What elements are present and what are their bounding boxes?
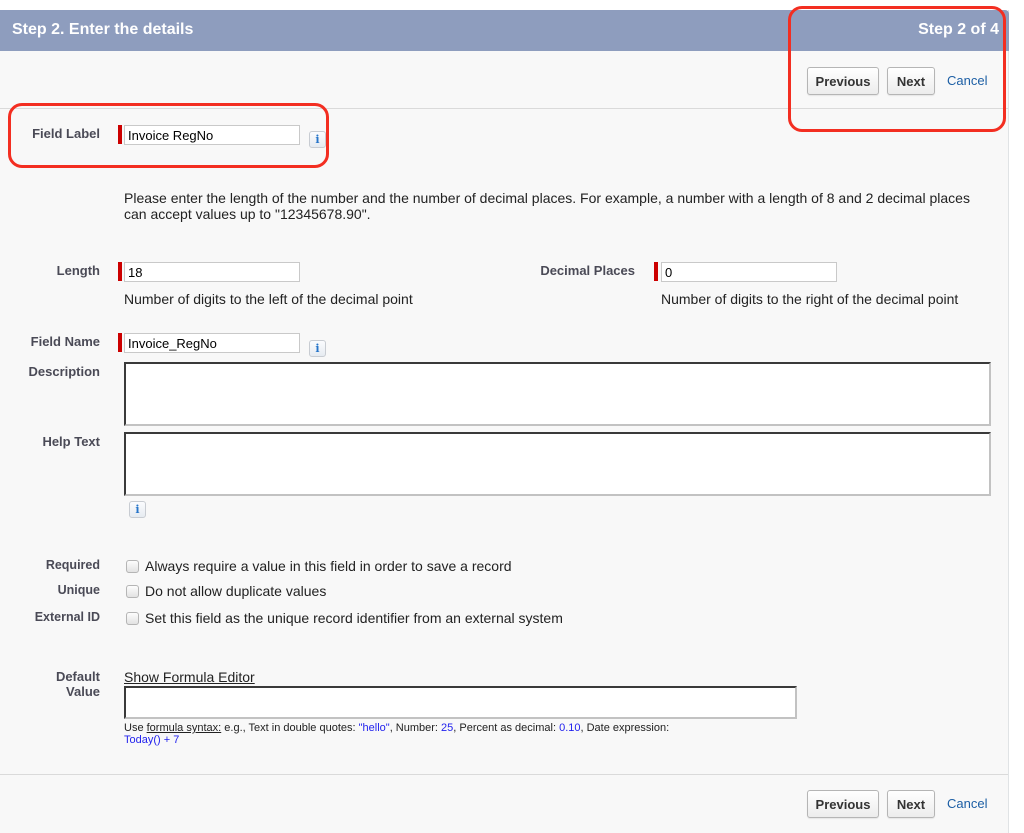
field-name-input[interactable] [124, 333, 300, 353]
wizard-header: Step 2. Enter the details Step 2 of 4 [0, 10, 1009, 51]
decimal-places-hint: Number of digits to the right of the dec… [661, 291, 959, 307]
decimal-places-input[interactable] [661, 262, 837, 282]
formula-help-text4: , Date expression: [580, 722, 670, 734]
formula-help-text2: , Number: [389, 722, 442, 734]
description-textarea[interactable] [124, 362, 991, 426]
external-id-checkbox[interactable] [126, 612, 139, 625]
cancel-link-top[interactable]: Cancel [947, 73, 987, 88]
field-label-input[interactable] [124, 125, 300, 145]
unique-checkbox[interactable] [126, 585, 139, 598]
next-button-bottom[interactable]: Next [887, 790, 935, 818]
required-indicator [118, 333, 122, 352]
info-icon[interactable]: i [309, 340, 326, 357]
info-icon[interactable]: i [129, 501, 146, 518]
required-indicator [118, 262, 122, 281]
help-text-textarea[interactable] [124, 432, 991, 496]
description-label: Description [28, 364, 100, 379]
external-id-label: External ID [34, 610, 100, 624]
previous-button-bottom[interactable]: Previous [807, 790, 879, 818]
required-checkbox-text: Always require a value in this field in … [145, 558, 512, 574]
length-input[interactable] [124, 262, 300, 282]
required-indicator [654, 262, 658, 281]
default-value-textarea[interactable] [124, 686, 797, 719]
unique-checkbox-text: Do not allow duplicate values [145, 583, 327, 599]
show-formula-editor-link[interactable]: Show Formula Editor [124, 669, 255, 685]
default-value-label: Default Value [0, 669, 100, 699]
formula-help-text3: , Percent as decimal: [453, 722, 560, 734]
formula-help-text1: e.g., Text in double quotes: [221, 722, 359, 734]
help-text-label: Help Text [42, 434, 100, 449]
field-label-label: Field Label [32, 126, 100, 141]
required-label: Required [45, 558, 100, 572]
example-number: 25 [441, 722, 454, 734]
example-percent: 0.10 [559, 722, 581, 734]
info-icon[interactable]: i [309, 131, 326, 148]
required-indicator [118, 125, 122, 144]
unique-label: Unique [57, 583, 100, 597]
formula-help-prefix: Use [124, 722, 147, 734]
formula-help-text: Use formula syntax: e.g., Text in double… [124, 722, 804, 746]
wizard-panel: Step 2. Enter the details Step 2 of 4 Pr… [0, 10, 1009, 833]
length-hint: Number of digits to the left of the deci… [124, 291, 413, 307]
required-checkbox[interactable] [126, 560, 139, 573]
length-instructions: Please enter the length of the number an… [124, 190, 970, 222]
example-text: "hello" [358, 722, 390, 734]
example-date: Today() + 7 [124, 734, 180, 746]
cancel-link-bottom[interactable]: Cancel [947, 796, 987, 811]
divider-top [0, 108, 1008, 109]
page-title: Step 2. Enter the details [12, 21, 194, 38]
default-value-label-line1: Default [55, 669, 100, 684]
external-id-checkbox-text: Set this field as the unique record iden… [145, 610, 563, 626]
length-label: Length [56, 263, 100, 278]
divider-bottom [0, 774, 1008, 775]
next-button-top[interactable]: Next [887, 67, 935, 95]
decimal-places-label: Decimal Places [540, 263, 635, 278]
previous-button-top[interactable]: Previous [807, 67, 879, 95]
field-name-label: Field Name [30, 334, 100, 349]
formula-syntax-link[interactable]: formula syntax: [147, 722, 222, 734]
step-indicator: Step 2 of 4 [918, 21, 999, 38]
default-value-label-line2: Value [66, 684, 100, 699]
